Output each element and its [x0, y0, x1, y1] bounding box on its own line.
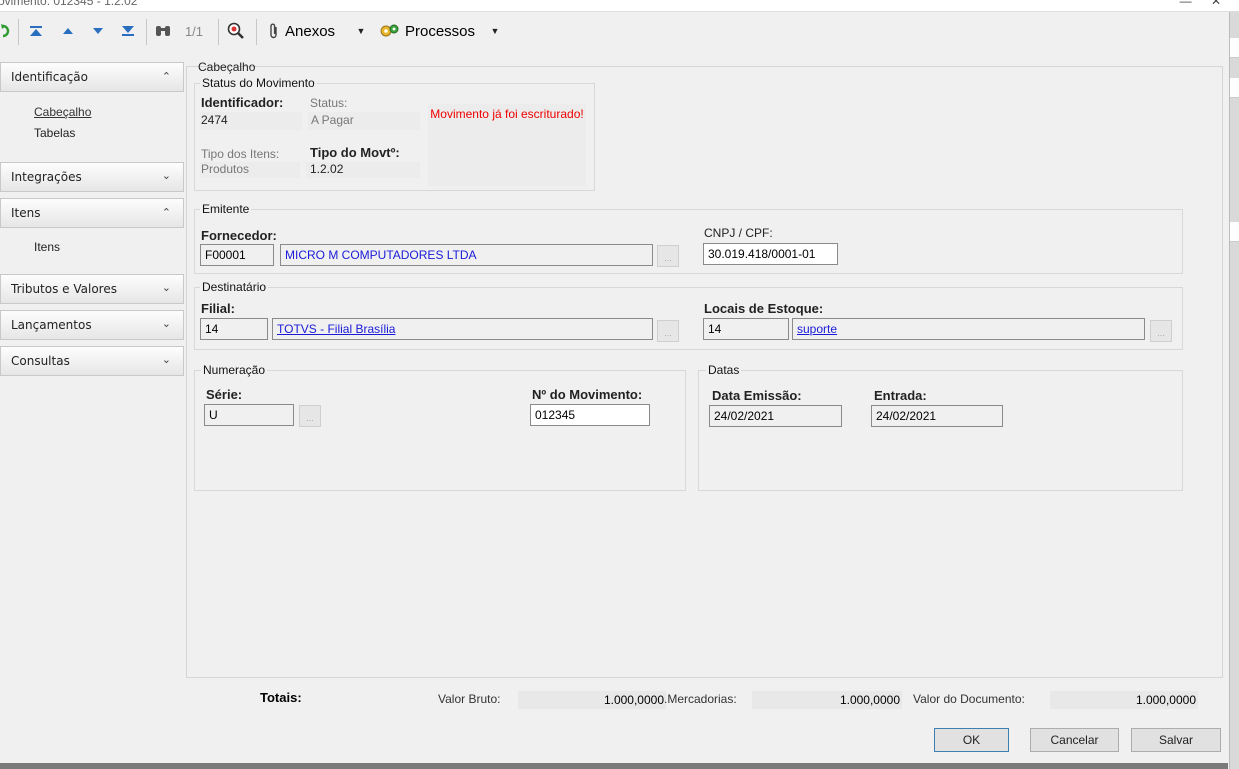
record-counter: 1/1 [184, 23, 204, 39]
totals-label: Totais: [260, 690, 302, 705]
locais-code-field[interactable]: 14 [703, 318, 789, 340]
chevron-down-icon: ⌄ [161, 169, 171, 182]
toolbar-separator [18, 19, 19, 45]
data-emissao-field[interactable]: 24/02/2021 [709, 405, 842, 427]
background-cell [1230, 78, 1239, 98]
sidebar-section-label: Integrações [11, 170, 82, 184]
numero-movimento-field[interactable]: 012345 [530, 404, 650, 426]
tipo-itens-value: Produtos [201, 162, 250, 176]
sidebar-section-label: Lançamentos [11, 318, 92, 332]
attachments-menu-label[interactable]: Anexos [285, 20, 349, 42]
identificador-value: 2474 [201, 113, 228, 127]
sidebar-item-tabelas[interactable]: Tabelas [34, 126, 75, 140]
ok-button[interactable]: OK [934, 728, 1009, 752]
escriturado-message: Movimento já foi escriturado! [430, 107, 584, 121]
dropdown-arrow-icon[interactable]: ▼ [354, 20, 368, 42]
emitente-group-title: Emitente [200, 202, 252, 216]
fornecedor-code-field[interactable]: F00001 [200, 244, 274, 266]
cnpj-field[interactable]: 30.019.418/0001-01 [703, 243, 838, 265]
fornecedor-name-field[interactable]: MICRO M COMPUTADORES LTDA [280, 244, 653, 266]
last-record-icon[interactable] [118, 20, 138, 42]
sidebar-section-itens[interactable]: Itens ⌃ [0, 198, 184, 228]
toolbar: 1/1 Anexos ▼ Processos ▼ [0, 13, 1228, 51]
filial-label: Filial: [201, 301, 235, 316]
identificador-label: Identificador: [201, 95, 284, 110]
status-label: Status: [310, 96, 348, 110]
sidebar-section-consultas[interactable]: Consultas ⌄ [0, 346, 184, 376]
fornecedor-lookup-button[interactable]: ... [657, 245, 679, 267]
status-group-title: Status do Movimento [200, 76, 317, 90]
sidebar-section-label: Consultas [11, 354, 70, 368]
destinatario-group-title: Destinatário [200, 280, 269, 294]
window-controls[interactable]: — ✕ [1180, 0, 1229, 8]
dropdown-arrow-icon[interactable]: ▼ [488, 20, 502, 42]
sidebar-section-integracoes[interactable]: Integrações ⌄ [0, 162, 184, 192]
previous-record-icon[interactable] [58, 20, 78, 42]
background-window-strip [1229, 12, 1239, 769]
movement-window: ovimento: 012345 - 1.2.02 — ✕ 1/1 Anexos… [0, 0, 1239, 769]
mercadorias-label: .Mercadorias: [664, 692, 737, 706]
gears-icon[interactable] [378, 20, 402, 42]
serie-field[interactable]: U [204, 404, 294, 426]
paperclip-icon[interactable] [264, 20, 284, 42]
toolbar-separator [256, 19, 257, 45]
filial-name-link[interactable]: TOTVS - Filial Brasília [277, 322, 395, 336]
background-cell [1230, 222, 1239, 242]
first-record-icon[interactable] [26, 20, 46, 42]
locais-name-link[interactable]: suporte [797, 322, 837, 336]
title-bar: ovimento: 012345 - 1.2.02 — ✕ [0, 0, 1239, 12]
sidebar-section-lancamentos[interactable]: Lançamentos ⌄ [0, 310, 184, 340]
status-value: A Pagar [311, 113, 354, 127]
chevron-down-icon: ⌄ [161, 281, 171, 294]
sidebar-section-label: Tributos e Valores [11, 282, 117, 296]
mercadorias-value: 1.000,0000 [752, 691, 902, 709]
filial-code-field[interactable]: 14 [200, 318, 268, 340]
window-title: ovimento: 012345 - 1.2.02 [0, 0, 138, 8]
zoom-icon[interactable] [224, 20, 248, 42]
window-bottom-border [0, 763, 1228, 769]
chevron-down-icon: ⌄ [161, 317, 171, 330]
entrada-field[interactable]: 24/02/2021 [871, 405, 1003, 427]
sidebar-item-itens[interactable]: Itens [34, 240, 60, 254]
sidebar-section-tributos[interactable]: Tributos e Valores ⌄ [0, 274, 184, 304]
sidebar-section-label: Itens [11, 206, 41, 220]
valor-documento-value: 1.000,0000 [1050, 691, 1198, 709]
data-emissao-label: Data Emissão: [712, 388, 802, 403]
sidebar-section-label: Identificação [11, 70, 88, 84]
locais-name-field[interactable]: suporte [792, 318, 1145, 340]
next-record-icon[interactable] [88, 20, 108, 42]
tipo-movto-label: Tipo do Movtº: [310, 145, 400, 160]
datas-group-title: Datas [706, 363, 742, 377]
binoculars-icon[interactable] [152, 20, 174, 42]
toolbar-separator [146, 19, 147, 45]
background-cell [1230, 38, 1239, 58]
sidebar-item-cabecalho[interactable]: Cabeçalho [34, 105, 91, 119]
tipo-itens-label: Tipo dos Itens: [201, 147, 280, 161]
refresh-icon[interactable] [0, 20, 14, 42]
cancel-button[interactable]: Cancelar [1030, 728, 1119, 752]
cnpj-label: CNPJ / CPF: [704, 226, 773, 240]
processes-menu-label[interactable]: Processos [405, 20, 489, 42]
panel-title: Cabeçalho [198, 60, 256, 74]
tipo-movto-value: 1.2.02 [310, 162, 344, 176]
fornecedor-label: Fornecedor: [201, 228, 277, 243]
serie-label: Série: [206, 387, 243, 402]
filial-name-field[interactable]: TOTVS - Filial Brasília [272, 318, 653, 340]
valor-bruto-label: Valor Bruto: [438, 692, 501, 706]
chevron-down-icon: ⌄ [161, 353, 171, 366]
filial-lookup-button[interactable]: ... [657, 320, 679, 342]
chevron-up-icon: ⌃ [161, 70, 171, 83]
locais-estoque-label: Locais de Estoque: [704, 301, 824, 316]
save-button[interactable]: Salvar [1131, 728, 1221, 752]
sidebar-section-identificacao[interactable]: Identificação ⌃ [0, 62, 184, 92]
numero-movimento-label: Nº do Movimento: [532, 387, 643, 402]
serie-lookup-button[interactable]: ... [299, 405, 321, 427]
chevron-up-icon: ⌃ [161, 206, 171, 219]
entrada-label: Entrada: [874, 388, 927, 403]
toolbar-separator [218, 19, 219, 45]
valor-documento-label: Valor do Documento: [913, 692, 1025, 706]
valor-bruto-value: 1.000,0000 [518, 691, 666, 709]
locais-lookup-button[interactable]: ... [1150, 320, 1172, 342]
numeracao-group-title: Numeração [201, 363, 268, 377]
